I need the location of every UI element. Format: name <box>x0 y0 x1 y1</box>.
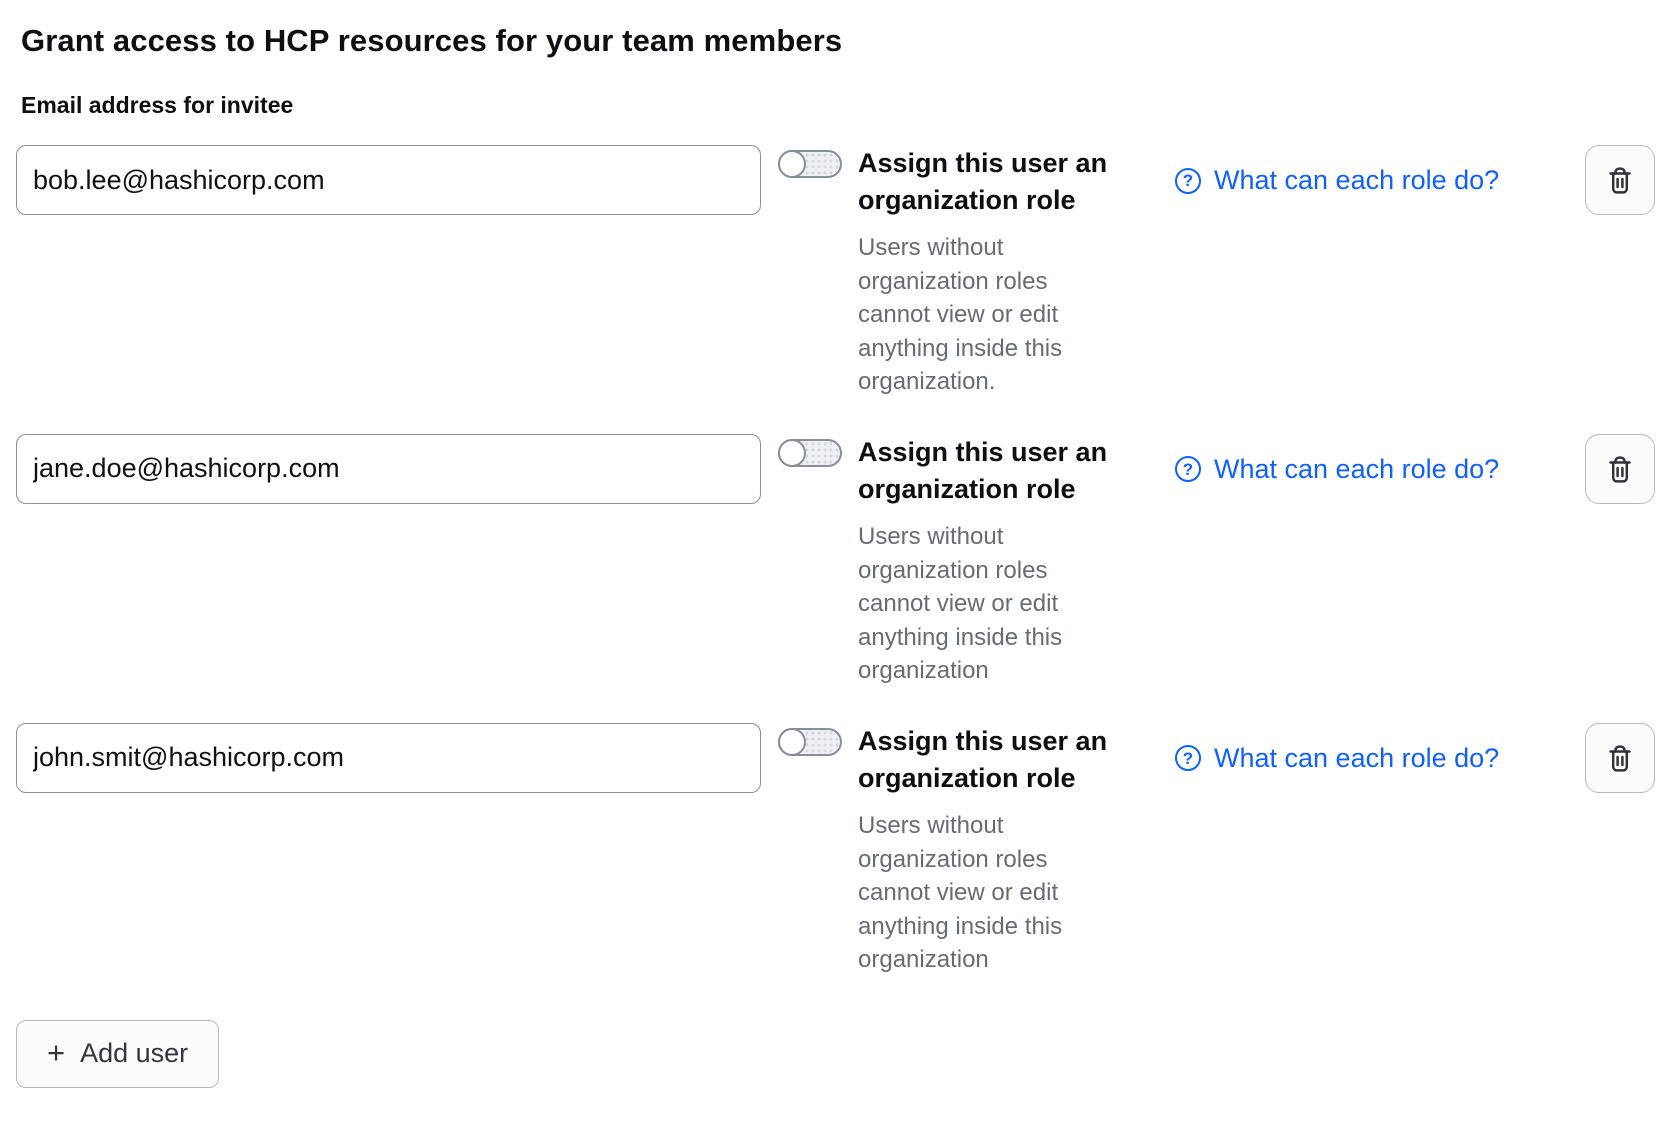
org-role-toggle[interactable] <box>778 439 842 467</box>
add-user-button-label: Add user <box>80 1038 188 1069</box>
role-help-link-label: What can each role do? <box>1214 454 1499 485</box>
org-role-toggle-label: Assign this user an organization role <box>858 145 1133 219</box>
role-help-link[interactable]: ? What can each role do? <box>1175 165 1499 196</box>
invite-row: Assign this user an organization role Us… <box>16 145 1655 399</box>
toggle-knob <box>778 728 806 756</box>
org-role-description: Users without organization roles cannot … <box>858 520 1103 688</box>
org-role-block: Assign this user an organization role Us… <box>858 145 1133 399</box>
trash-icon <box>1603 452 1637 486</box>
role-help-link[interactable]: ? What can each role do? <box>1175 454 1499 485</box>
question-circle-icon: ? <box>1175 456 1201 482</box>
org-role-description: Users without organization roles cannot … <box>858 231 1103 399</box>
org-role-toggle[interactable] <box>778 728 842 756</box>
org-role-toggle-label: Assign this user an organization role <box>858 723 1133 797</box>
toggle-knob <box>778 439 806 467</box>
role-help-link-label: What can each role do? <box>1214 165 1499 196</box>
question-circle-icon: ? <box>1175 168 1201 194</box>
email-address-label: Email address for invitee <box>21 91 1655 119</box>
org-role-description: Users without organization roles cannot … <box>858 809 1103 977</box>
delete-user-button[interactable] <box>1585 723 1655 793</box>
role-help-link[interactable]: ? What can each role do? <box>1175 743 1499 774</box>
email-input[interactable] <box>16 434 761 504</box>
question-circle-icon: ? <box>1175 745 1201 771</box>
delete-user-button[interactable] <box>1585 145 1655 215</box>
invitee-rows: Assign this user an organization role Us… <box>16 145 1655 977</box>
page-title: Grant access to HCP resources for your t… <box>21 22 1655 59</box>
org-role-toggle[interactable] <box>778 150 842 178</box>
email-input[interactable] <box>16 145 761 215</box>
org-role-block: Assign this user an organization role Us… <box>858 723 1133 977</box>
org-role-block: Assign this user an organization role Us… <box>858 434 1133 688</box>
plus-icon: + <box>47 1037 65 1068</box>
invite-row: Assign this user an organization role Us… <box>16 434 1655 688</box>
trash-icon <box>1603 741 1637 775</box>
delete-user-button[interactable] <box>1585 434 1655 504</box>
add-user-button[interactable]: + Add user <box>16 1020 219 1088</box>
org-role-toggle-label: Assign this user an organization role <box>858 434 1133 508</box>
email-input[interactable] <box>16 723 761 793</box>
role-help-link-label: What can each role do? <box>1214 743 1499 774</box>
invite-row: Assign this user an organization role Us… <box>16 723 1655 977</box>
trash-icon <box>1603 163 1637 197</box>
toggle-knob <box>778 150 806 178</box>
